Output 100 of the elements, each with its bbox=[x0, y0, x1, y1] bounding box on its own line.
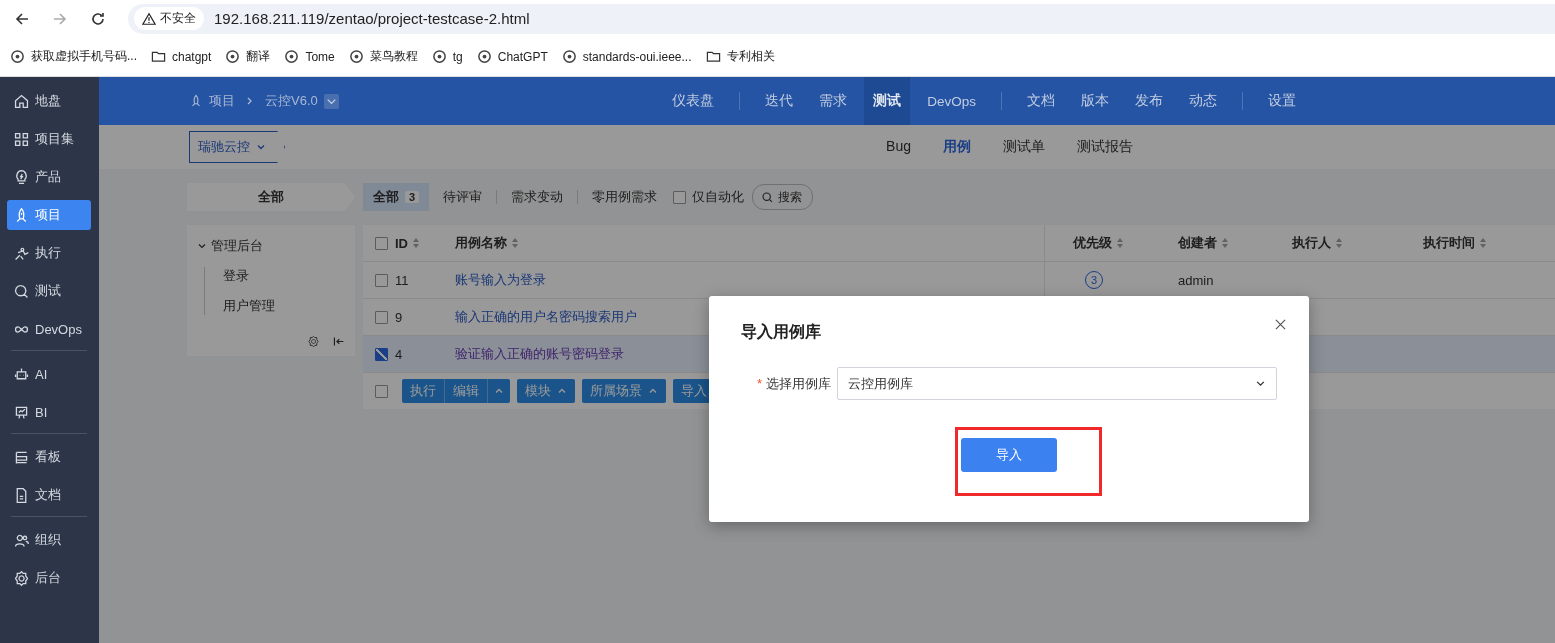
dialog-title: 导入用例库 bbox=[741, 322, 822, 342]
nav-tab[interactable]: 动态 bbox=[1180, 77, 1226, 125]
nav-tab[interactable]: 文档 bbox=[1018, 77, 1064, 125]
site-icon bbox=[431, 49, 447, 64]
bookmark[interactable]: standards-oui.ieee... bbox=[561, 49, 692, 64]
caret-icon bbox=[557, 386, 567, 396]
column-header[interactable]: 创建者 bbox=[1178, 234, 1229, 252]
sidebar-item[interactable]: AI bbox=[7, 359, 91, 389]
sub-tab[interactable]: 用例 bbox=[927, 138, 987, 156]
checkbox[interactable] bbox=[375, 273, 388, 287]
folder-icon bbox=[151, 49, 166, 64]
tree-item[interactable]: 用户管理 bbox=[223, 297, 345, 315]
sidebar-item[interactable]: BI bbox=[7, 397, 91, 427]
folder-icon bbox=[705, 49, 721, 64]
nav-tab[interactable]: 仪表盘 bbox=[663, 77, 724, 125]
sub-tab[interactable]: 测试单 bbox=[987, 138, 1061, 156]
filter-tab[interactable]: 零用例需求 bbox=[582, 183, 668, 211]
column-header[interactable]: 用例名称 bbox=[455, 234, 519, 252]
site-icon bbox=[284, 49, 300, 64]
site-icon bbox=[10, 49, 25, 64]
checkbox[interactable] bbox=[375, 310, 388, 324]
nav-tab[interactable]: 测试 bbox=[864, 77, 911, 125]
module-header[interactable]: 全部 bbox=[187, 183, 355, 211]
sidebar-item[interactable]: 项目 bbox=[7, 200, 91, 230]
menu-item-icon bbox=[13, 282, 30, 300]
column-header[interactable]: 执行人 bbox=[1292, 234, 1343, 252]
settings-icon[interactable] bbox=[307, 335, 320, 348]
reload-icon[interactable] bbox=[90, 10, 106, 27]
dropdown-icon[interactable] bbox=[323, 93, 339, 109]
sub-tab[interactable]: 测试报告 bbox=[1061, 138, 1149, 156]
bookmark[interactable]: 翻译 bbox=[225, 48, 271, 65]
address-bar[interactable]: 不安全 192.168.211.119/zentao/project-testcase-2.html bbox=[128, 3, 1555, 34]
sidebar-item[interactable]: 地盘 bbox=[7, 86, 91, 116]
field-label: * 选择用例库 bbox=[755, 374, 832, 393]
nav-tab[interactable]: 版本 bbox=[1072, 77, 1118, 125]
nav-tab[interactable]: 发布 bbox=[1126, 77, 1172, 125]
sidebar-item[interactable]: 测试 bbox=[7, 276, 91, 306]
caret-icon bbox=[648, 386, 658, 396]
bookmark[interactable]: ChatGPT bbox=[476, 49, 548, 64]
bookmark[interactable]: Tome bbox=[284, 49, 335, 64]
column-header[interactable]: ID bbox=[395, 235, 420, 251]
filter-tab[interactable]: 全部 3 bbox=[363, 183, 430, 211]
sidebar-item[interactable]: 组织 bbox=[7, 525, 91, 555]
column-header[interactable]: 执行时间 bbox=[1423, 234, 1487, 252]
sub-tab[interactable]: Bug bbox=[870, 138, 927, 156]
sidebar-item[interactable]: DevOps bbox=[7, 314, 91, 344]
checkbox[interactable] bbox=[375, 384, 388, 398]
menu-item-icon bbox=[13, 569, 30, 587]
expand-icon[interactable] bbox=[197, 241, 207, 251]
bookmark[interactable]: 获取虚拟手机号码... bbox=[10, 48, 137, 65]
caret-button[interactable] bbox=[488, 379, 510, 403]
table-cell: 4 bbox=[395, 346, 403, 362]
table-cell: admin bbox=[1178, 272, 1214, 288]
filter-tab[interactable]: 待评审 bbox=[433, 183, 493, 211]
nav-tab[interactable]: DevOps bbox=[918, 77, 985, 125]
test-case-link[interactable]: 账号输入为登录 bbox=[455, 272, 546, 287]
menu-item-icon bbox=[13, 130, 30, 148]
column-header[interactable]: 优先级 bbox=[1073, 234, 1124, 252]
security-label: 不安全 bbox=[160, 10, 196, 27]
nav-tab[interactable]: 设置 bbox=[1259, 77, 1305, 125]
checkbox[interactable] bbox=[375, 347, 388, 361]
nav-tab[interactable]: 需求 bbox=[810, 77, 857, 125]
checkbox-label: 仅自动化 bbox=[692, 188, 745, 206]
close-icon[interactable] bbox=[1275, 319, 1286, 330]
bookmark[interactable]: 菜鸟教程 bbox=[348, 48, 418, 65]
sidebar-item[interactable]: 项目集 bbox=[7, 124, 91, 154]
tree-item[interactable]: 登录 bbox=[223, 267, 345, 285]
test-case-link[interactable]: 输入正确的用户名密码搜索用户 bbox=[455, 309, 637, 324]
sidebar-item[interactable]: 看板 bbox=[7, 442, 91, 472]
tree-item[interactable]: 管理后台 bbox=[211, 237, 263, 255]
search-icon bbox=[761, 190, 775, 204]
project-name[interactable]: 云控V6.0 bbox=[265, 92, 318, 110]
site-icon bbox=[561, 49, 577, 64]
filter-tab[interactable]: 需求变动 bbox=[501, 183, 574, 211]
import-button[interactable]: 导入 bbox=[961, 438, 1057, 472]
bookmark[interactable]: tg bbox=[431, 49, 463, 64]
chevron-down-icon bbox=[256, 142, 266, 152]
menu-item-icon bbox=[13, 168, 30, 186]
test-case-link[interactable]: 验证输入正确的账号密码登录 bbox=[455, 346, 624, 361]
bookmark[interactable]: 专利相关 bbox=[705, 48, 775, 65]
sidebar-item[interactable]: 后台 bbox=[7, 563, 91, 593]
forward-icon[interactable] bbox=[52, 10, 68, 27]
breadcrumb-link[interactable]: 项目 bbox=[209, 92, 235, 110]
security-chip[interactable]: 不安全 bbox=[134, 7, 204, 30]
checkbox[interactable] bbox=[375, 236, 388, 250]
sidebar-item[interactable]: 产品 bbox=[7, 162, 91, 192]
search-button[interactable]: 搜索 bbox=[752, 184, 814, 210]
url-text: 192.168.211.119/zentao/project-testcase-2.html bbox=[214, 10, 530, 27]
rocket-icon bbox=[189, 94, 203, 108]
library-select[interactable]: 云控用例库 bbox=[837, 367, 1277, 400]
checkbox[interactable] bbox=[673, 190, 687, 204]
bookmark[interactable]: chatgpt bbox=[151, 49, 212, 64]
site-icon bbox=[225, 49, 241, 64]
sidebar-item[interactable]: 文档 bbox=[7, 480, 91, 510]
table-cell: 11 bbox=[395, 272, 409, 288]
collapse-icon[interactable] bbox=[332, 335, 345, 348]
nav-tab[interactable]: 迭代 bbox=[756, 77, 803, 125]
sidebar-item[interactable]: 执行 bbox=[7, 238, 91, 268]
back-icon[interactable] bbox=[14, 10, 30, 27]
table-cell: 9 bbox=[395, 309, 403, 325]
